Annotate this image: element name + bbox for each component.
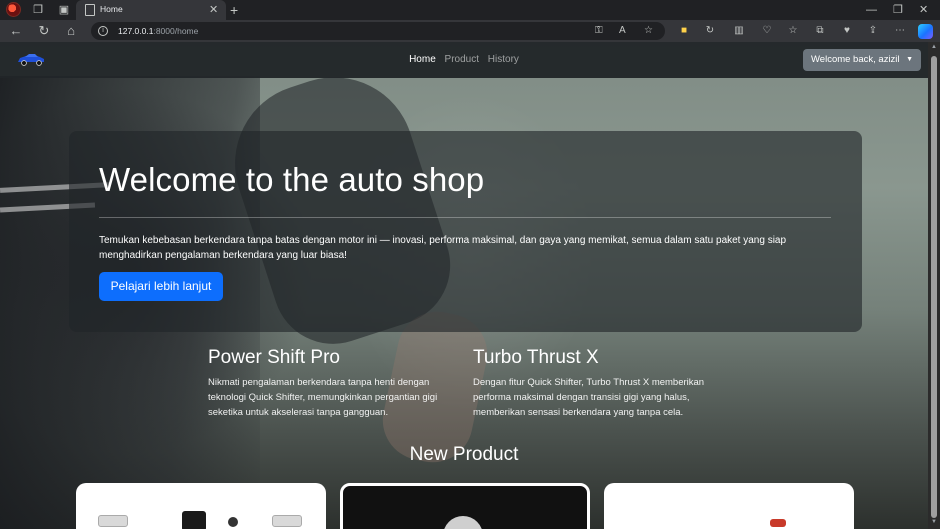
minimize-icon[interactable]: — <box>866 3 877 17</box>
page-icon <box>85 4 95 16</box>
collections-toolbar-icon[interactable]: ⧉ <box>813 24 827 38</box>
nav-link-product[interactable]: Product <box>445 54 479 65</box>
feature-text: Nikmati pengalaman berkendara tanpa hent… <box>208 377 438 418</box>
feature-power-shift-pro: Power Shift Pro Nikmati pengalaman berke… <box>208 347 458 420</box>
product-image <box>228 517 238 527</box>
read-aloud-icon[interactable]: A <box>619 24 626 38</box>
sync-icon[interactable]: ↻ <box>703 24 717 38</box>
feature-title: Power Shift Pro <box>208 347 340 368</box>
feature-text: Dengan fitur Quick Shifter, Turbo Thrust… <box>473 377 705 418</box>
product-card[interactable] <box>604 483 854 529</box>
feature-title: Turbo Thrust X <box>473 347 599 368</box>
nav-link-home[interactable]: Home <box>409 54 436 65</box>
learn-more-button[interactable]: Pelajari lebih lanjut <box>99 272 223 301</box>
scroll-up-icon[interactable]: ▲ <box>928 44 940 50</box>
product-card[interactable] <box>76 483 326 529</box>
hero-text: Temukan kebebasan berkendara tanpa batas… <box>99 235 787 261</box>
nav-link-history[interactable]: History <box>488 54 519 65</box>
product-image <box>182 511 206 529</box>
home-icon[interactable]: ⌂ <box>63 23 79 39</box>
scrollbar-thumb[interactable] <box>931 56 937 518</box>
collections-icon[interactable]: ❒ <box>31 3 45 17</box>
password-key-icon[interactable]: ⚿ <box>595 24 603 38</box>
restore-icon[interactable]: ❐ <box>893 3 903 17</box>
close-window-icon[interactable]: ✕ <box>919 3 928 17</box>
new-tab-button[interactable]: + <box>230 2 238 18</box>
product-image <box>443 516 483 529</box>
user-dropdown-button[interactable]: Welcome back, azizil ▼ <box>803 49 921 71</box>
address-bar[interactable]: i 127.0.0.1:8000/home ⚿ A ☆ <box>91 22 665 40</box>
site-navbar: Home Product History Welcome back, azizi… <box>0 42 928 78</box>
hero-title: Welcome to the auto shop <box>99 161 485 198</box>
page-viewport: Home Product History Welcome back, azizi… <box>0 42 928 529</box>
favorites-icon[interactable]: ☆ <box>786 24 800 38</box>
scroll-down-icon[interactable]: ▼ <box>928 519 940 525</box>
health-icon[interactable]: ♥ <box>840 24 854 38</box>
nav-links: Home Product History <box>0 54 928 65</box>
split-screen-icon[interactable]: ▥ <box>732 24 746 38</box>
browser-tab-home[interactable]: Home ✕ <box>76 0 226 20</box>
profile-avatar-icon[interactable] <box>6 2 21 17</box>
page-scrollbar[interactable]: ▲ ▼ <box>928 42 940 529</box>
new-product-heading: New Product <box>409 444 519 465</box>
back-icon[interactable]: ← <box>8 23 24 39</box>
product-image <box>98 515 128 527</box>
browser-tab-title: Home <box>100 4 123 14</box>
hero-divider <box>99 217 831 218</box>
address-url: 127.0.0.1:8000/home <box>118 26 199 36</box>
product-image <box>770 519 786 527</box>
feature-turbo-thrust-x: Turbo Thrust X Dengan fitur Quick Shifte… <box>473 347 723 420</box>
browser-toolbar: ← ↻ ⌂ i 127.0.0.1:8000/home ⚿ A ☆ ■ ↻ ▥ … <box>0 20 940 42</box>
favorite-star-icon[interactable]: ☆ <box>644 24 653 38</box>
close-tab-icon[interactable]: ✕ <box>209 3 218 17</box>
more-menu-icon[interactable]: ⋯ <box>893 24 907 38</box>
caret-down-icon: ▼ <box>906 56 913 63</box>
browser-essentials-icon[interactable]: ♡ <box>760 24 774 38</box>
product-card[interactable] <box>340 483 590 529</box>
extension-icon[interactable]: ■ <box>677 24 691 38</box>
share-icon[interactable]: ⇪ <box>866 24 880 38</box>
user-dropdown-label: Welcome back, azizil <box>811 54 900 65</box>
product-image <box>272 515 302 527</box>
site-info-icon[interactable]: i <box>98 26 108 36</box>
refresh-icon[interactable]: ↻ <box>36 23 52 39</box>
hero-panel: Welcome to the auto shop Temukan kebebas… <box>69 131 862 332</box>
tab-actions-icon[interactable]: ▣ <box>57 3 71 17</box>
browser-tab-bar: ❒ ▣ Home ✕ + — ❐ ✕ <box>0 0 940 20</box>
copilot-icon[interactable] <box>918 24 933 39</box>
